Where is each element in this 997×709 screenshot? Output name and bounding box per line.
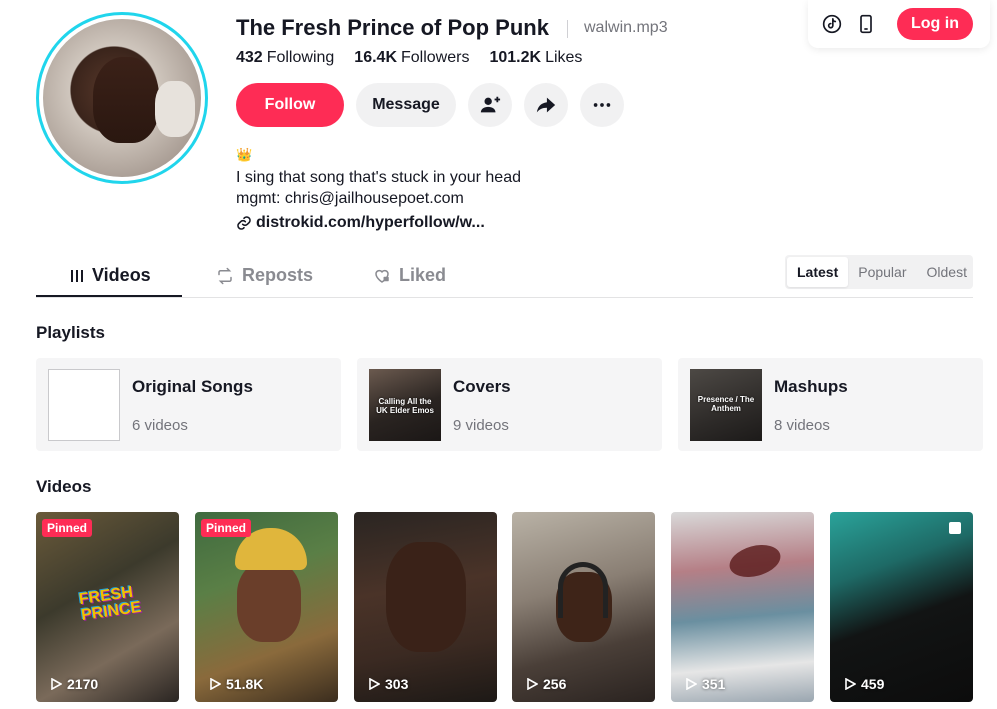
link-text: distrokid.com/hyperfollow/w... xyxy=(256,214,485,231)
view-count: 303 xyxy=(368,676,408,692)
add-user-icon xyxy=(480,96,501,113)
stat-value: 432 xyxy=(236,49,263,66)
link-icon xyxy=(237,216,251,230)
video-card[interactable]: 303 xyxy=(354,512,497,702)
avatar xyxy=(43,19,201,177)
stat-likes: 101.2K Likes xyxy=(489,49,582,67)
mobile-icon[interactable] xyxy=(856,13,876,35)
tiktok-icon[interactable] xyxy=(822,14,842,34)
video-art xyxy=(726,539,784,583)
playlist-card[interactable]: Calling All the UK Elder Emos Covers 9 v… xyxy=(357,358,662,451)
more-icon xyxy=(593,103,611,107)
profile-stats: 432 Following 16.4K Followers 101.2K Likes xyxy=(236,49,582,67)
multi-image-icon xyxy=(949,522,961,534)
message-button[interactable]: Message xyxy=(356,83,456,127)
play-icon xyxy=(527,678,538,690)
avatar-hand xyxy=(155,81,195,137)
more-options-button[interactable] xyxy=(580,83,624,127)
profile-name: The Fresh Prince of Pop Punk xyxy=(236,15,549,40)
playlists-heading: Playlists xyxy=(36,323,105,342)
tab-videos[interactable]: Videos xyxy=(70,254,151,297)
repost-icon xyxy=(218,267,232,284)
profile-avatar-ring xyxy=(36,12,208,184)
playlist-thumbnail: Calling All the UK Elder Emos xyxy=(369,369,441,441)
play-icon xyxy=(686,678,697,690)
tab-liked[interactable]: Liked xyxy=(373,254,446,297)
top-actions: Log in xyxy=(808,0,990,48)
avatar-face xyxy=(93,57,159,143)
bio-line: I sing that song that's stuck in your he… xyxy=(236,169,521,186)
view-count: 2170 xyxy=(50,676,98,692)
sort-latest[interactable]: Latest xyxy=(787,257,849,287)
playlist-name: Covers xyxy=(453,377,511,396)
grid-icon xyxy=(71,269,83,282)
stat-followers[interactable]: 16.4K Followers xyxy=(354,49,469,67)
stat-value: 16.4K xyxy=(354,49,397,66)
play-icon xyxy=(210,678,221,690)
sort-toggle: Latest Popular Oldest xyxy=(785,255,973,289)
playlist-card[interactable]: Original Songs 6 videos xyxy=(36,358,341,451)
thumbnail-caption: Calling All the UK Elder Emos xyxy=(376,397,434,415)
playlist-count: 9 videos xyxy=(453,417,509,434)
playlist-count: 6 videos xyxy=(132,417,188,434)
stat-label: Following xyxy=(266,49,335,66)
stat-label: Followers xyxy=(401,49,470,66)
tab-label: Videos xyxy=(92,265,151,285)
play-icon xyxy=(845,678,856,690)
share-button[interactable] xyxy=(524,83,568,127)
sort-popular[interactable]: Popular xyxy=(848,257,916,287)
active-tab-indicator xyxy=(36,295,182,297)
thumbnail-caption: Presence / The Anthem xyxy=(697,395,755,413)
tab-label: Liked xyxy=(399,265,447,285)
stat-following[interactable]: 432 Following xyxy=(236,49,334,67)
video-card[interactable]: FRESH PRINCE Pinned 2170 xyxy=(36,512,179,702)
video-card[interactable]: Pinned 51.8K xyxy=(195,512,338,702)
profile-bio: 👑 I sing that song that's stuck in your … xyxy=(236,144,521,209)
video-card[interactable]: 459 xyxy=(830,512,973,702)
stat-value: 101.2K xyxy=(489,49,542,66)
video-art xyxy=(386,542,466,652)
playlist-count: 8 videos xyxy=(774,417,830,434)
view-count: 256 xyxy=(526,676,566,692)
view-count-text: 51.8K xyxy=(226,676,264,692)
playlist-thumbnail: Presence / The Anthem xyxy=(690,369,762,441)
handle-divider xyxy=(567,20,568,38)
bio-line: mgmt: chris@jailhousepoet.com xyxy=(236,190,464,207)
view-count-text: 2170 xyxy=(67,676,99,692)
profile-link[interactable]: distrokid.com/hyperfollow/w... xyxy=(236,214,485,232)
video-art xyxy=(237,562,301,642)
view-count-text: 303 xyxy=(385,676,409,692)
videos-heading: Videos xyxy=(36,477,92,496)
heart-icon xyxy=(375,269,389,283)
sort-oldest[interactable]: Oldest xyxy=(917,257,977,287)
pinned-badge: Pinned xyxy=(201,519,252,537)
view-count: 351 xyxy=(685,676,725,692)
playlist-name: Mashups xyxy=(774,377,848,396)
profile-handle: walwin.mp3 xyxy=(584,19,668,36)
login-button[interactable]: Log in xyxy=(897,8,973,40)
video-card[interactable]: 351 xyxy=(671,512,814,702)
playlist-card[interactable]: Presence / The Anthem Mashups 8 videos xyxy=(678,358,983,451)
add-friend-button[interactable] xyxy=(468,83,512,127)
view-count-text: 459 xyxy=(861,676,885,692)
stat-label: Likes xyxy=(545,49,583,66)
follow-button[interactable]: Follow xyxy=(236,83,344,127)
playlist-thumbnail xyxy=(48,369,120,441)
view-count: 459 xyxy=(844,676,884,692)
view-count-text: 351 xyxy=(702,676,726,692)
view-count: 51.8K xyxy=(209,676,263,692)
tab-label: Reposts xyxy=(242,265,314,285)
tab-reposts[interactable]: Reposts xyxy=(216,254,313,297)
video-card[interactable]: 256 xyxy=(512,512,655,702)
playlist-name: Original Songs xyxy=(132,377,253,396)
video-art: FRESH PRINCE xyxy=(77,583,143,625)
view-count-text: 256 xyxy=(543,676,567,692)
pinned-badge: Pinned xyxy=(42,519,93,537)
crown-emoji: 👑 xyxy=(236,147,253,162)
play-icon xyxy=(51,678,62,690)
share-icon xyxy=(536,97,556,113)
play-icon xyxy=(369,678,380,690)
video-art xyxy=(558,562,608,618)
